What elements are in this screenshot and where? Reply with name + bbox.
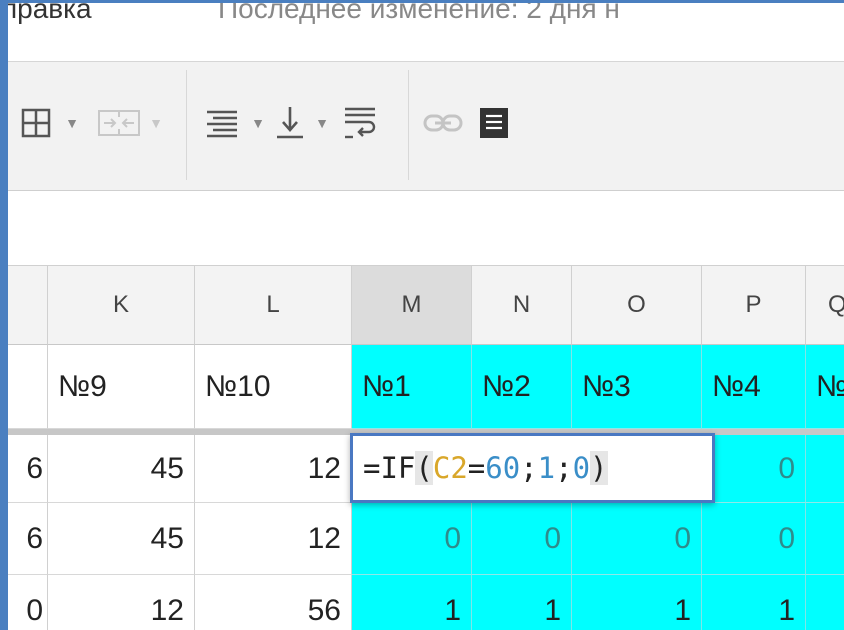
- column-header-l[interactable]: L: [195, 265, 352, 345]
- formula-number: 60: [485, 451, 521, 485]
- spreadsheet-grid: K L M N O P Q №9 №10 №1 №2 №3 №4 №5 6 45…: [8, 265, 844, 630]
- cell-k2[interactable]: 45: [48, 435, 195, 503]
- horizontal-align-button[interactable]: [200, 98, 244, 148]
- toolbar-divider: [408, 70, 409, 180]
- cell-n4[interactable]: 1: [472, 575, 572, 630]
- insert-comment-button[interactable]: [474, 98, 514, 148]
- borders-button[interactable]: [16, 98, 56, 148]
- align-vertical-icon: [277, 107, 303, 139]
- cell-m4[interactable]: 1: [352, 575, 472, 630]
- text-wrap-button[interactable]: [338, 98, 382, 148]
- cell-l2[interactable]: 12: [195, 435, 352, 503]
- vertical-align-button[interactable]: [270, 98, 310, 148]
- cell-j3[interactable]: 6: [8, 503, 48, 575]
- borders-dropdown[interactable]: ▼: [62, 98, 82, 148]
- formula-operator: =: [467, 451, 486, 485]
- cell-l3[interactable]: 12: [195, 503, 352, 575]
- formula-true-value: 1: [537, 451, 556, 485]
- cell-p1[interactable]: №4: [702, 345, 806, 429]
- cell-l1[interactable]: №10: [195, 345, 352, 429]
- cell-j2[interactable]: 6: [8, 435, 48, 503]
- formula-separator: ;: [555, 451, 573, 485]
- toolbar-divider: [186, 70, 187, 180]
- column-header-m[interactable]: M: [352, 265, 472, 345]
- vertical-align-dropdown[interactable]: ▼: [312, 98, 332, 148]
- last-edit-notice[interactable]: Последнее изменение: 2 дня н: [218, 3, 620, 25]
- cell-q3[interactable]: [806, 503, 844, 575]
- insert-link-button[interactable]: [420, 98, 466, 148]
- chevron-down-icon: ▼: [149, 115, 163, 131]
- cell-p3[interactable]: 0: [702, 503, 806, 575]
- merge-cells-button[interactable]: [94, 98, 144, 148]
- cell-k4[interactable]: 12: [48, 575, 195, 630]
- cell-n3[interactable]: 0: [472, 503, 572, 575]
- align-horizontal-icon: [207, 110, 237, 138]
- formula-open-paren: (: [415, 451, 433, 485]
- column-header[interactable]: [8, 265, 48, 345]
- cell-o1[interactable]: №3: [572, 345, 702, 429]
- chevron-down-icon: ▼: [315, 115, 329, 131]
- cell-q4[interactable]: [806, 575, 844, 630]
- spreadsheet-window: правка Последнее изменение: 2 дня н ▼ ▼ …: [0, 0, 844, 630]
- formula-close-paren: ): [590, 451, 608, 485]
- chevron-down-icon: ▼: [251, 115, 265, 131]
- cell-q1[interactable]: №5: [806, 345, 844, 429]
- horizontal-align-dropdown[interactable]: ▼: [248, 98, 268, 148]
- cell[interactable]: [8, 345, 48, 429]
- cell-j4[interactable]: 0: [8, 575, 48, 630]
- borders-icon: [21, 108, 51, 138]
- cell-o3[interactable]: 0: [572, 503, 702, 575]
- cell-p4[interactable]: 1: [702, 575, 806, 630]
- column-header-p[interactable]: P: [702, 265, 806, 345]
- cell-p2[interactable]: 0: [702, 435, 806, 503]
- cell-n1[interactable]: №2: [472, 345, 572, 429]
- cell-m1[interactable]: №1: [352, 345, 472, 429]
- column-header-k[interactable]: K: [48, 265, 195, 345]
- column-header-n[interactable]: N: [472, 265, 572, 345]
- cell-k3[interactable]: 45: [48, 503, 195, 575]
- cell-l4[interactable]: 56: [195, 575, 352, 630]
- menu-bar: правка Последнее изменение: 2 дня н: [8, 3, 844, 47]
- insert-comment-icon: [480, 108, 508, 138]
- merge-dropdown[interactable]: ▼: [146, 98, 166, 148]
- column-header-q[interactable]: Q: [806, 265, 844, 345]
- chevron-down-icon: ▼: [65, 115, 79, 131]
- cell-m3[interactable]: 0: [352, 503, 472, 575]
- column-header-o[interactable]: O: [572, 265, 702, 345]
- cell-formula-editor[interactable]: =IF(C2 = 60; 1; 0): [350, 433, 715, 503]
- insert-link-icon: [423, 114, 463, 132]
- cell-q2[interactable]: [806, 435, 844, 503]
- formula-separator: ;: [520, 451, 538, 485]
- cell-k1[interactable]: №9: [48, 345, 195, 429]
- merge-cells-icon: [98, 110, 140, 136]
- formula-cell-reference: C2: [432, 451, 468, 485]
- text-wrap-icon: [345, 107, 376, 139]
- formula-function: =IF: [363, 451, 416, 485]
- formula-bar[interactable]: [8, 192, 844, 262]
- cell-o4[interactable]: 1: [572, 575, 702, 630]
- menu-edit[interactable]: правка: [8, 3, 92, 25]
- formula-false-value: 0: [572, 451, 591, 485]
- toolbar: ▼ ▼ ▼ ▼: [8, 61, 844, 191]
